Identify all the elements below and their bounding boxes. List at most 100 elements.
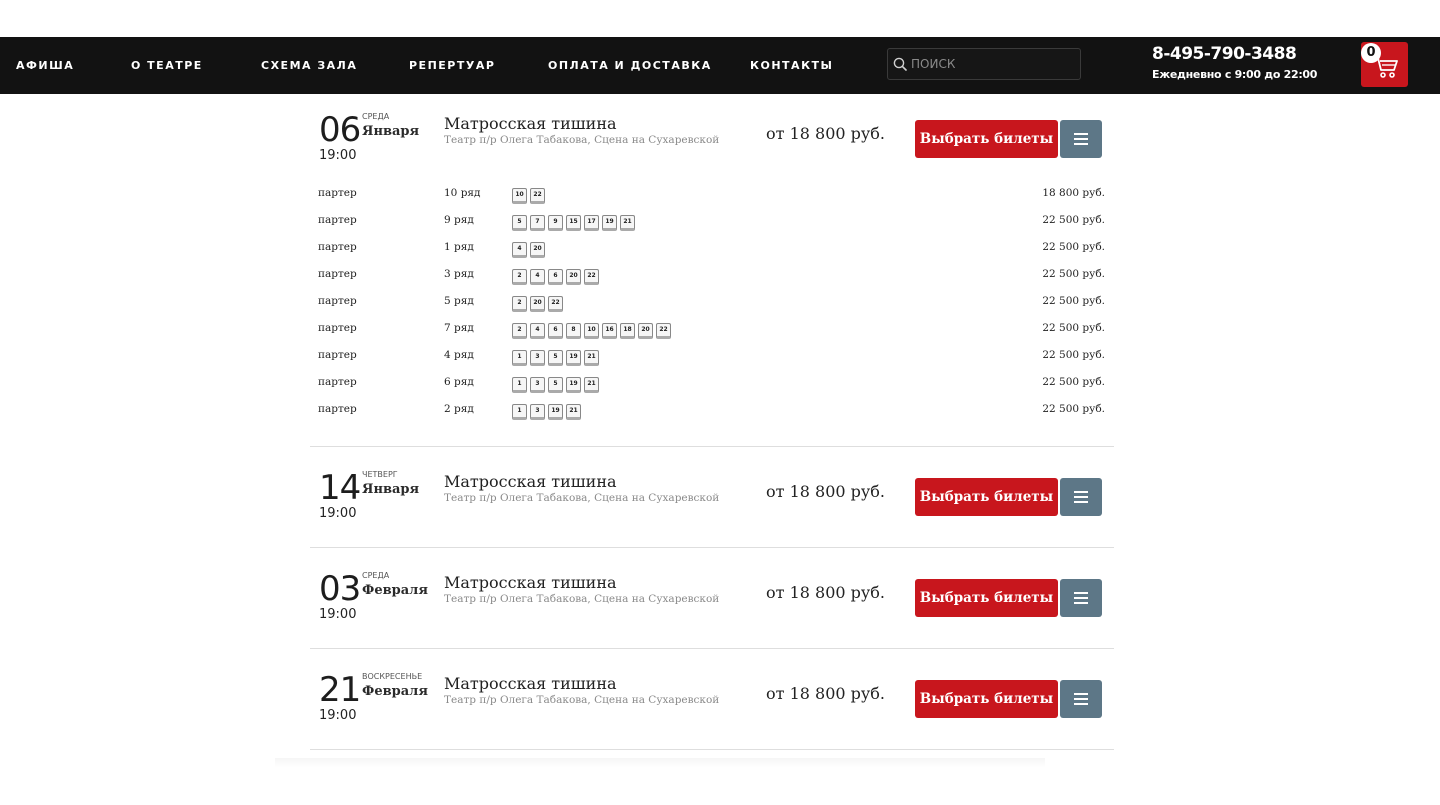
seat[interactable]: 19 xyxy=(602,215,617,231)
event-venue: Театр п/р Олега Табакова, Сцена на Сухар… xyxy=(444,492,720,504)
event-weekday: ЧЕТВЕРГ xyxy=(362,470,398,479)
seat[interactable]: 3 xyxy=(530,350,545,366)
seat[interactable]: 20 xyxy=(530,242,545,258)
event-details-button[interactable] xyxy=(1060,680,1102,718)
seat[interactable]: 7 xyxy=(530,215,545,231)
event-title[interactable]: Матросская тишина xyxy=(444,472,617,491)
nav-item-repertoire[interactable]: РЕПЕРТУАР xyxy=(409,37,495,94)
seat[interactable]: 9 xyxy=(548,215,563,231)
seat[interactable]: 18 xyxy=(620,323,635,339)
seat[interactable]: 5 xyxy=(512,215,527,231)
menu-icon xyxy=(1074,491,1088,503)
nav-item-about-theatre[interactable]: О ТЕАТРЕ xyxy=(131,37,203,94)
event-day: 06 xyxy=(319,110,361,150)
search-input[interactable] xyxy=(911,49,1076,79)
seat-row-price: 22 500 руб. xyxy=(1042,268,1105,280)
nav-item-hall-scheme[interactable]: СХЕМА ЗАЛА xyxy=(261,37,357,94)
seat[interactable]: 1 xyxy=(512,377,527,393)
seat[interactable]: 1 xyxy=(512,350,527,366)
seat[interactable]: 20 xyxy=(530,296,545,312)
seat[interactable]: 2 xyxy=(512,296,527,312)
select-tickets-button[interactable]: Выбрать билеты xyxy=(915,680,1058,718)
seat-row-number: 3 ряд xyxy=(444,268,474,280)
event-month: Февраля xyxy=(362,583,428,598)
seat-row-price: 22 500 руб. xyxy=(1042,295,1105,307)
event-month: Февраля xyxy=(362,684,428,699)
seat[interactable]: 5 xyxy=(548,377,563,393)
seat[interactable]: 19 xyxy=(566,377,581,393)
event-title[interactable]: Матросская тишина xyxy=(444,573,617,592)
nav-item-contacts[interactable]: КОНТАКТЫ xyxy=(750,37,833,94)
seat-list: 10 22 xyxy=(512,188,545,204)
seat[interactable]: 19 xyxy=(548,404,563,420)
seat[interactable]: 16 xyxy=(602,323,617,339)
event-venue: Театр п/р Олега Табакова, Сцена на Сухар… xyxy=(444,694,720,706)
seat-list: 1 3 19 21 xyxy=(512,404,581,420)
menu-icon xyxy=(1074,592,1088,604)
seat[interactable]: 21 xyxy=(584,350,599,366)
event-details-button[interactable] xyxy=(1060,478,1102,516)
seat[interactable]: 17 xyxy=(584,215,599,231)
seat[interactable]: 15 xyxy=(566,215,581,231)
search-icon[interactable] xyxy=(893,57,907,71)
seat-zone: партер xyxy=(318,322,357,334)
event-price: от 18 800 руб. xyxy=(766,124,886,143)
seat[interactable]: 22 xyxy=(530,188,545,204)
select-tickets-button[interactable]: Выбрать билеты xyxy=(915,478,1058,516)
seat[interactable]: 8 xyxy=(566,323,581,339)
select-tickets-button[interactable]: Выбрать билеты xyxy=(915,579,1058,617)
seat[interactable]: 22 xyxy=(584,269,599,285)
seat-list: 1 3 5 19 21 xyxy=(512,350,599,366)
event-title[interactable]: Матросская тишина xyxy=(444,674,617,693)
seat[interactable]: 4 xyxy=(530,323,545,339)
menu-icon xyxy=(1074,693,1088,705)
nav-item-afisha[interactable]: АФИША xyxy=(16,37,74,94)
seat-list: 4 20 xyxy=(512,242,545,258)
seat[interactable]: 20 xyxy=(638,323,653,339)
seat[interactable]: 1 xyxy=(512,404,527,420)
seat[interactable]: 2 xyxy=(512,269,527,285)
seat[interactable]: 21 xyxy=(620,215,635,231)
event-time: 19:00 xyxy=(319,708,357,723)
seat[interactable]: 2 xyxy=(512,323,527,339)
seat-row-price: 22 500 руб. xyxy=(1042,322,1105,334)
seat[interactable]: 19 xyxy=(566,350,581,366)
footer-shadow xyxy=(275,758,1045,768)
event-divider xyxy=(310,749,1114,750)
seat-row-number: 9 ряд xyxy=(444,214,474,226)
seat[interactable]: 21 xyxy=(566,404,581,420)
event-title[interactable]: Матросская тишина xyxy=(444,114,617,133)
nav-item-payment-delivery[interactable]: ОПЛАТА И ДОСТАВКА xyxy=(548,37,712,94)
seat[interactable]: 22 xyxy=(656,323,671,339)
event-price: от 18 800 руб. xyxy=(766,482,886,501)
seat-list: 2 4 6 8 10 16 18 20 22 xyxy=(512,323,671,339)
event-divider xyxy=(310,547,1114,548)
seat[interactable]: 10 xyxy=(512,188,527,204)
seat[interactable]: 6 xyxy=(548,323,563,339)
seat[interactable]: 10 xyxy=(584,323,599,339)
seat-row-number: 5 ряд xyxy=(444,295,474,307)
phone-number[interactable]: 8-495-790-3488 xyxy=(1152,44,1297,64)
seat[interactable]: 6 xyxy=(548,269,563,285)
seat-row-price: 18 800 руб. xyxy=(1042,187,1105,199)
seat-zone: партер xyxy=(318,349,357,361)
seat[interactable]: 20 xyxy=(566,269,581,285)
seat-row-price: 22 500 руб. xyxy=(1042,403,1105,415)
seat[interactable]: 4 xyxy=(530,269,545,285)
seat[interactable]: 21 xyxy=(584,377,599,393)
seat-row-price: 22 500 руб. xyxy=(1042,349,1105,361)
seat-zone: партер xyxy=(318,268,357,280)
seat-list: 2 20 22 xyxy=(512,296,563,312)
select-tickets-button[interactable]: Выбрать билеты xyxy=(915,120,1058,158)
seat[interactable]: 4 xyxy=(512,242,527,258)
event-details-button[interactable] xyxy=(1060,579,1102,617)
seat-row: партер 3 ряд 2 4 6 20 22 22 500 руб. xyxy=(310,266,1114,293)
event-venue: Театр п/р Олега Табакова, Сцена на Сухар… xyxy=(444,593,720,605)
seat[interactable]: 5 xyxy=(548,350,563,366)
seat-row-number: 10 ряд xyxy=(444,187,481,199)
seat[interactable]: 3 xyxy=(530,404,545,420)
event-details-button[interactable] xyxy=(1060,120,1102,158)
cart-button[interactable]: 0 xyxy=(1361,42,1408,87)
seat[interactable]: 3 xyxy=(530,377,545,393)
seat[interactable]: 22 xyxy=(548,296,563,312)
